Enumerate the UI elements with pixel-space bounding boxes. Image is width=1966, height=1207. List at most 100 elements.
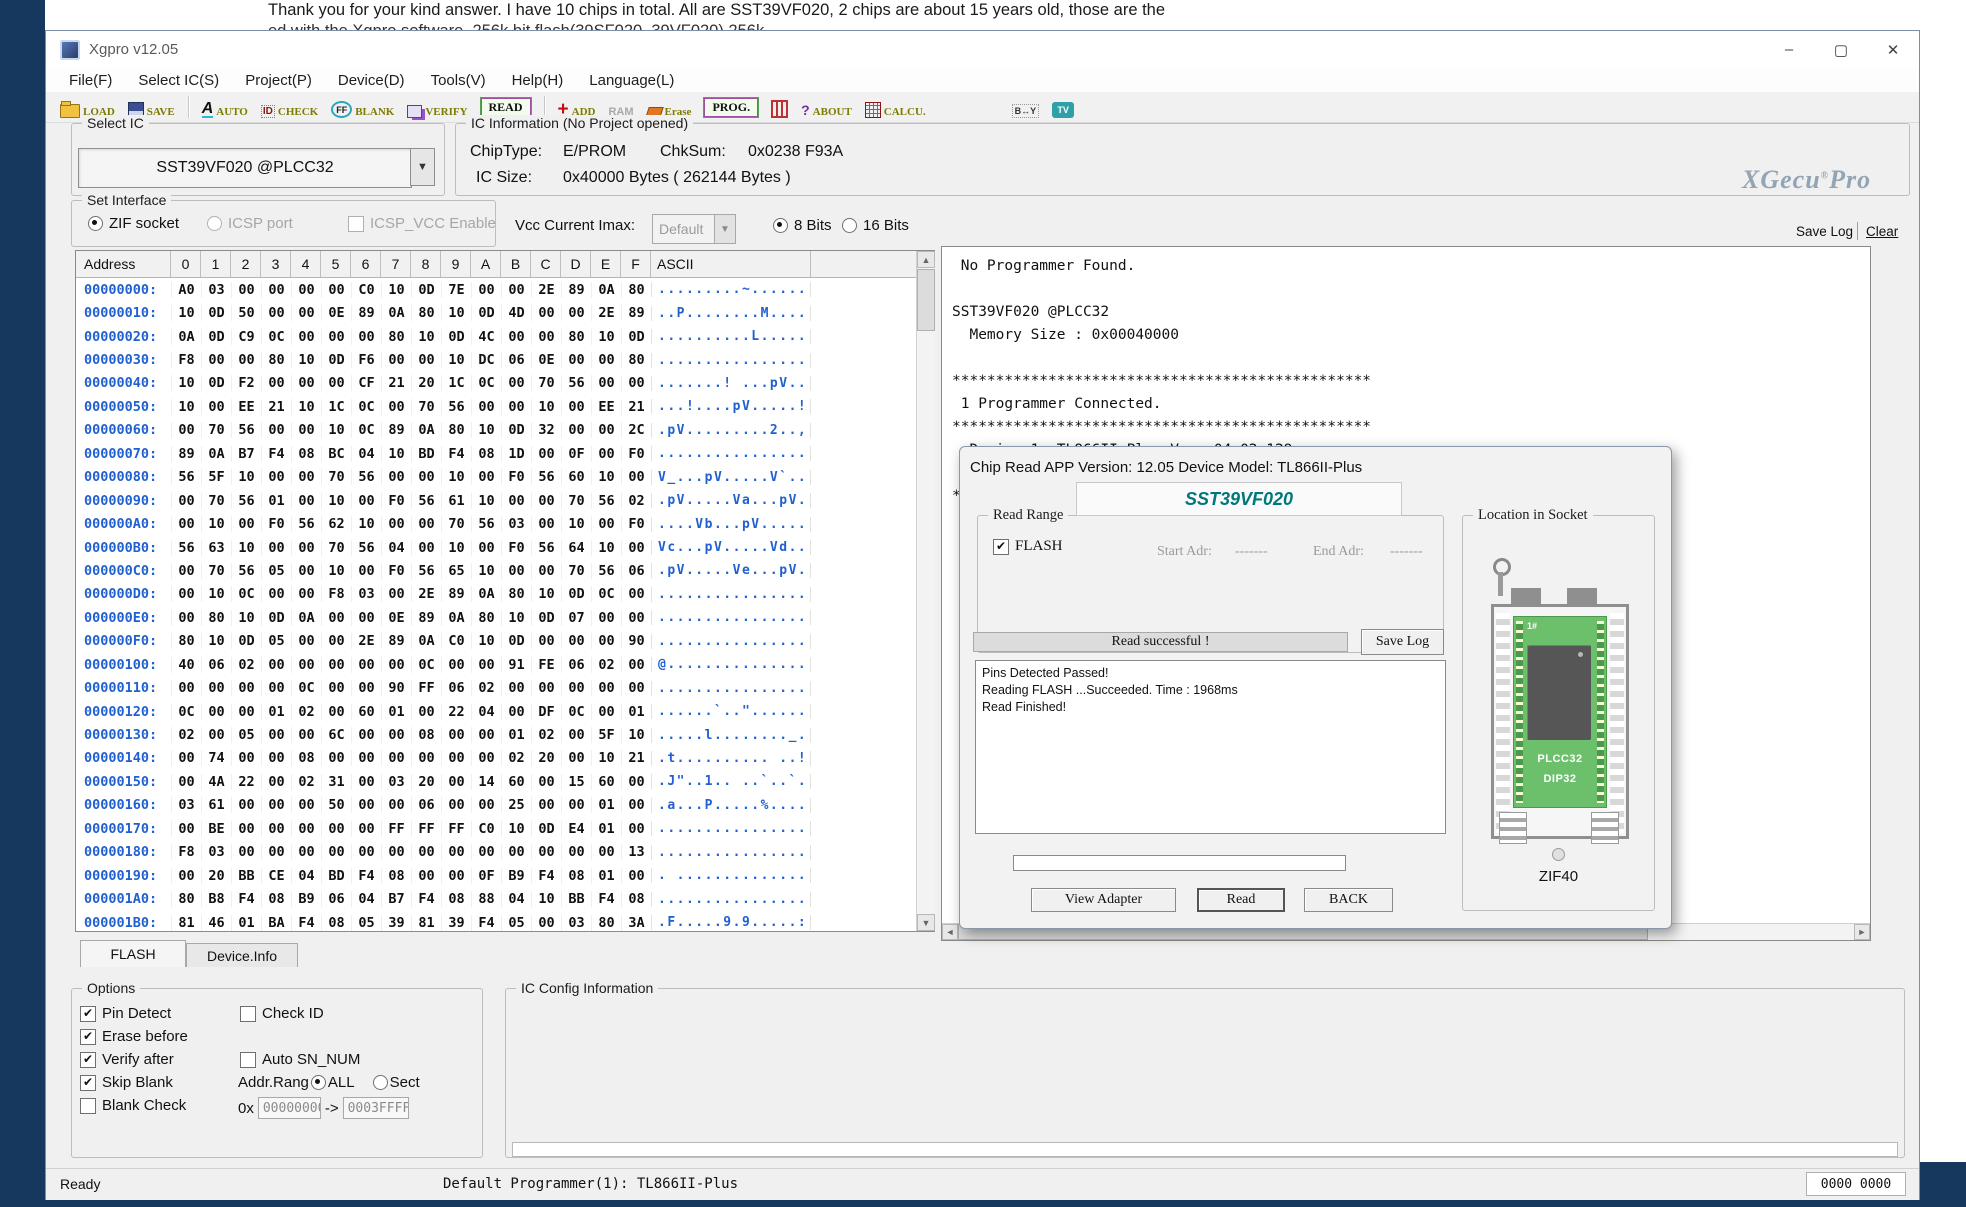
- check-id-checkbox[interactable]: Check ID: [240, 1005, 324, 1022]
- hex-row[interactable]: 00000160:0361000000500000060000250000010…: [76, 794, 934, 817]
- hex-scrollbar[interactable]: ▲ ▼: [916, 251, 935, 931]
- hex-row[interactable]: 000000C0:00705605001000F0566510000070560…: [76, 559, 934, 582]
- icsp-vcc-checkbox[interactable]: ICSP_VCC Enable: [348, 215, 496, 232]
- hex-byte: 00: [171, 493, 201, 509]
- toolbar-about-button[interactable]: ?ABOUT: [801, 96, 852, 118]
- hex-byte: 70: [561, 563, 591, 579]
- hex-byte: 00: [291, 821, 321, 837]
- verify-after-checkbox[interactable]: ✔Verify after: [80, 1051, 174, 1068]
- hex-row[interactable]: 00000110:000000000C000090FF0602000000000…: [76, 676, 934, 699]
- hex-byte: 70: [531, 375, 561, 391]
- tab-device-info[interactable]: Device.Info: [186, 943, 298, 967]
- hex-buffer-table[interactable]: Address0123456789ABCDEFASCII 00000000:A0…: [75, 250, 935, 932]
- radio-dot-icon[interactable]: [373, 1075, 388, 1090]
- close-button[interactable]: ✕: [1867, 31, 1919, 68]
- hex-row[interactable]: 000000D0:00100C0000F803002E890A80100D0C0…: [76, 583, 934, 606]
- erase-before-checkbox[interactable]: ✔Erase before: [80, 1028, 188, 1045]
- hex-row[interactable]: 000001B0:814601BAF40805398139F4050003803…: [76, 911, 934, 932]
- toolbar-verify-button[interactable]: VERIFY: [407, 96, 467, 118]
- toolbar-byte-swap-button[interactable]: B↔Y: [1012, 96, 1040, 118]
- bits8-radio[interactable]: 8 Bits: [773, 217, 832, 234]
- hex-row[interactable]: 00000020:0A0DC90C00000080100D4C000080100…: [76, 325, 934, 348]
- progress-bar: [1013, 855, 1346, 871]
- hex-byte: 00: [231, 516, 261, 532]
- hex-byte: 00: [321, 844, 351, 860]
- hex-row[interactable]: 00000150:004A220002310003200014600015600…: [76, 770, 934, 793]
- toolbar-tv-out-button[interactable]: TV: [1052, 96, 1074, 118]
- vcc-imax-combobox[interactable]: Default ▼: [652, 214, 736, 244]
- back-button[interactable]: BACK: [1304, 888, 1393, 912]
- menu-item-toolsv[interactable]: Tools(V): [418, 72, 499, 89]
- hex-row[interactable]: 00000030:F8000080100DF6000010DC060E00008…: [76, 348, 934, 371]
- hex-row[interactable]: 00000040:100DF2000000CF21201C0C007056000…: [76, 372, 934, 395]
- scroll-up-icon[interactable]: ▲: [917, 251, 935, 268]
- skip-blank-checkbox[interactable]: ✔Skip Blank: [80, 1074, 173, 1091]
- menu-item-languagel[interactable]: Language(L): [576, 72, 687, 89]
- menu-item-deviced[interactable]: Device(D): [325, 72, 418, 89]
- maximize-button[interactable]: ▢: [1815, 31, 1867, 68]
- menu-item-projectp[interactable]: Project(P): [232, 72, 325, 89]
- scrollbar-thumb[interactable]: [917, 269, 935, 331]
- menu-item-filef[interactable]: File(F): [56, 72, 125, 89]
- hex-row[interactable]: 00000140:0074000008000000000000022000102…: [76, 747, 934, 770]
- menu-item-helph[interactable]: Help(H): [499, 72, 577, 89]
- hex-row[interactable]: 00000050:1000EE21101C0C00705600001000EE2…: [76, 395, 934, 418]
- toolbar-auto-button[interactable]: AAUTO: [202, 96, 248, 118]
- toolbar-check-id-button[interactable]: IDCHECK: [261, 96, 318, 118]
- hex-byte: 70: [201, 493, 231, 509]
- hex-row[interactable]: 00000070:890AB7F408BC0410BDF4081D000F00F…: [76, 442, 934, 465]
- menu-item-selectics[interactable]: Select IC(S): [125, 72, 232, 89]
- toolbar-read-button[interactable]: READ: [481, 98, 531, 117]
- blank-check-checkbox[interactable]: Blank Check: [80, 1097, 186, 1114]
- select-ic-combobox[interactable]: SST39VF020 @PLCC32: [78, 148, 412, 188]
- hex-byte: 56: [531, 469, 561, 485]
- toolbar-calcu-button[interactable]: CALCU.: [865, 96, 926, 118]
- bits16-radio[interactable]: 16 Bits: [842, 217, 909, 234]
- read-button[interactable]: Read: [1197, 888, 1285, 912]
- hex-byte: 2C: [621, 422, 651, 438]
- zif-socket-radio[interactable]: ZIF socket: [88, 215, 179, 232]
- checkbox-check-icon: ✔: [80, 1052, 96, 1068]
- pin-detect-checkbox[interactable]: ✔Pin Detect: [80, 1005, 171, 1022]
- hex-byte: 00: [561, 633, 591, 649]
- hex-row[interactable]: 00000100:40060200000000000C000091FE06020…: [76, 653, 934, 676]
- auto-sn-checkbox[interactable]: Auto SN_NUM: [240, 1051, 360, 1068]
- scroll-left-icon[interactable]: ◄: [942, 924, 958, 940]
- hex-row[interactable]: 00000090:00705601001000F0566110000070560…: [76, 489, 934, 512]
- view-adapter-button[interactable]: View Adapter: [1031, 888, 1176, 912]
- hex-row[interactable]: 000000B0:5663100000705604001000F05664100…: [76, 536, 934, 559]
- start-address-field[interactable]: 00000000: [258, 1097, 321, 1119]
- hex-row[interactable]: 00000060:0070560000100C890A80100D3200002…: [76, 419, 934, 442]
- radio-dot-icon[interactable]: [311, 1075, 326, 1090]
- toolbar-blank-check-button[interactable]: FFBLANK: [331, 96, 394, 118]
- hex-row[interactable]: 000000A0:001000F05662100000705603001000F…: [76, 512, 934, 535]
- hex-row[interactable]: 000000F0:80100D0500002E890AC0100D0000009…: [76, 630, 934, 653]
- toolbar-prog-button[interactable]: PROG.: [704, 98, 758, 117]
- hex-row[interactable]: 00000170:00BE0000000000FFFFFFC0100DE4010…: [76, 817, 934, 840]
- hex-address: 00000190:: [76, 868, 171, 884]
- hex-byte: 00: [501, 282, 531, 298]
- minimize-button[interactable]: –: [1763, 31, 1815, 68]
- hex-row[interactable]: 00000130:02000500006C00000800000102005F1…: [76, 723, 934, 746]
- hex-row[interactable]: 000001A0:80B8F408B90604B7F408880410BBF40…: [76, 887, 934, 910]
- end-address-field[interactable]: 0003FFFF: [343, 1097, 409, 1119]
- save-log-link[interactable]: Save Log: [1796, 224, 1853, 239]
- hex-row[interactable]: 00000120:0C0000010200600100220400DF0C000…: [76, 700, 934, 723]
- hex-row[interactable]: 00000190:0020BBCE04BDF40800000FB9F408010…: [76, 864, 934, 887]
- hex-row[interactable]: 00000000:A00300000000C0100D7E00002E890A8…: [76, 278, 934, 301]
- clear-link[interactable]: Clear: [1866, 224, 1898, 239]
- select-ic-dropdown-button[interactable]: ▼: [410, 148, 435, 186]
- toolbar-pin-map-button[interactable]: [771, 96, 788, 118]
- scroll-down-icon[interactable]: ▼: [917, 914, 935, 931]
- icsp-port-radio[interactable]: ICSP port: [207, 215, 293, 232]
- hex-byte: 20: [201, 868, 231, 884]
- hex-row[interactable]: 00000010:100D5000000E890A80100D4D00002E8…: [76, 301, 934, 324]
- hex-row[interactable]: 00000080:565F100000705600001000F05660100…: [76, 466, 934, 489]
- dialog-save-log-button[interactable]: Save Log: [1361, 629, 1444, 655]
- flash-checkbox[interactable]: ✔FLASH: [993, 538, 1063, 555]
- tab-flash[interactable]: FLASH: [80, 940, 186, 967]
- hex-row[interactable]: 00000180:F803000000000000000000000000001…: [76, 841, 934, 864]
- hex-row[interactable]: 000000E0:0080100D0A00000E890A80100D07000…: [76, 606, 934, 629]
- chevron-down-icon[interactable]: ▼: [714, 215, 735, 243]
- scroll-right-icon[interactable]: ►: [1854, 924, 1870, 940]
